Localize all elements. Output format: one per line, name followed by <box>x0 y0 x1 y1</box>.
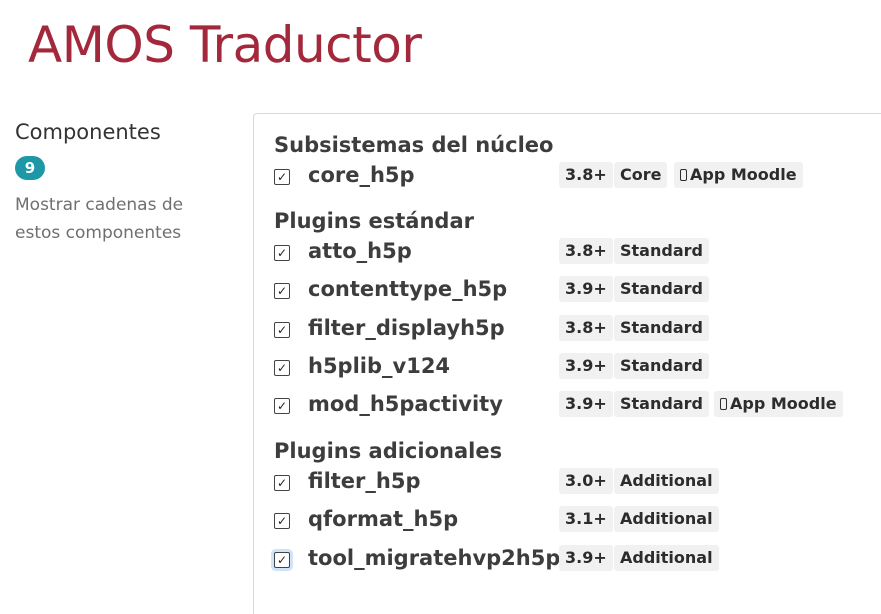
component-name: qformat_h5p <box>308 507 459 532</box>
sidebar-help-text: Mostrar cadenas de estos componentes <box>15 195 184 243</box>
component-name: mod_h5pactivity <box>308 392 503 417</box>
component-row: ✓ mod_h5pactivity 3.9+ Standard App Mood… <box>274 389 874 427</box>
checkbox-checked-icon[interactable]: ✓ <box>274 283 290 300</box>
version-tag: 3.0+ <box>559 468 613 494</box>
component-name: core_h5p <box>308 163 415 187</box>
component-group-standard: Plugins estándar ✓ atto_h5p 3.8+ Standar… <box>274 206 874 427</box>
app-moodle-tag: App Moodle <box>714 391 843 418</box>
version-tag: 3.9+ <box>559 391 613 418</box>
mobile-phone-icon <box>680 169 687 181</box>
component-name: atto_h5p <box>308 239 412 263</box>
component-row: ✓ atto_h5p 3.8+ Standard <box>274 236 874 274</box>
checkbox-checked-icon[interactable]: ✓ <box>274 551 290 568</box>
app-moodle-label: App Moodle <box>690 165 797 184</box>
checkbox-checked-icon[interactable]: ✓ <box>274 398 290 415</box>
component-row: ✓ h5plib_v124 3.9+ Standard <box>274 351 874 389</box>
version-tag: 3.1+ <box>559 506 613 533</box>
type-tag: Core <box>614 162 668 188</box>
component-group-core: Subsistemas del núcleo ✓ core_h5p 3.8+ C… <box>274 130 874 198</box>
component-name: filter_displayh5p <box>308 315 505 340</box>
app-moodle-tag: App Moodle <box>674 162 803 188</box>
type-tag: Standard <box>614 276 709 303</box>
group-title: Plugins adicionales <box>274 439 503 463</box>
version-tag: 3.9+ <box>559 352 613 379</box>
version-tag: 3.9+ <box>559 276 613 303</box>
type-tag: Standard <box>614 352 709 379</box>
component-row: ✓ filter_displayh5p 3.8+ Standard <box>274 313 874 351</box>
checkbox-checked-icon[interactable]: ✓ <box>274 359 290 376</box>
mobile-phone-icon <box>720 398 727 411</box>
component-name: contenttype_h5p <box>308 277 508 302</box>
component-group-additional: Plugins adicionales ✓ filter_h5p 3.0+ Ad… <box>274 436 874 581</box>
checkbox-checked-icon[interactable]: ✓ <box>274 513 290 530</box>
component-row: ✓ filter_h5p 3.0+ Additional <box>274 466 874 504</box>
checkbox-checked-icon[interactable]: ✓ <box>274 321 290 338</box>
version-tag: 3.8+ <box>559 162 613 188</box>
type-tag: Additional <box>614 468 719 494</box>
checkbox-checked-icon[interactable]: ✓ <box>274 245 290 261</box>
type-tag: Standard <box>614 391 709 418</box>
group-title: Subsistemas del núcleo <box>274 133 554 157</box>
version-tag: 3.8+ <box>559 314 613 341</box>
component-row: ✓ tool_migratehvp2h5p 3.9+ Additional <box>274 543 874 581</box>
component-row: ✓ qformat_h5p 3.1+ Additional <box>274 504 874 542</box>
sidebar: Componentes 9 Mostrar cadenas de estos c… <box>15 118 215 247</box>
sidebar-heading: Componentes <box>15 120 161 144</box>
type-tag: Additional <box>614 544 719 571</box>
version-tag: 3.9+ <box>559 544 613 571</box>
component-name: filter_h5p <box>308 469 421 493</box>
page-title: AMOS Traductor <box>28 16 422 74</box>
type-tag: Standard <box>614 314 709 341</box>
group-title: Plugins estándar <box>274 209 474 233</box>
component-name: tool_migratehvp2h5p <box>308 545 561 570</box>
app-moodle-label: App Moodle <box>730 394 837 414</box>
version-tag: 3.8+ <box>559 238 613 264</box>
checkbox-checked-icon[interactable]: ✓ <box>274 169 290 185</box>
type-tag: Standard <box>614 238 709 264</box>
checkbox-checked-icon[interactable]: ✓ <box>274 475 290 491</box>
component-count-badge: 9 <box>15 156 45 180</box>
component-row: ✓ core_h5p 3.8+ Core App Moodle <box>274 160 874 198</box>
component-name: h5plib_v124 <box>308 353 451 378</box>
component-row: ✓ contenttype_h5p 3.9+ Standard <box>274 274 874 312</box>
type-tag: Additional <box>614 506 719 533</box>
